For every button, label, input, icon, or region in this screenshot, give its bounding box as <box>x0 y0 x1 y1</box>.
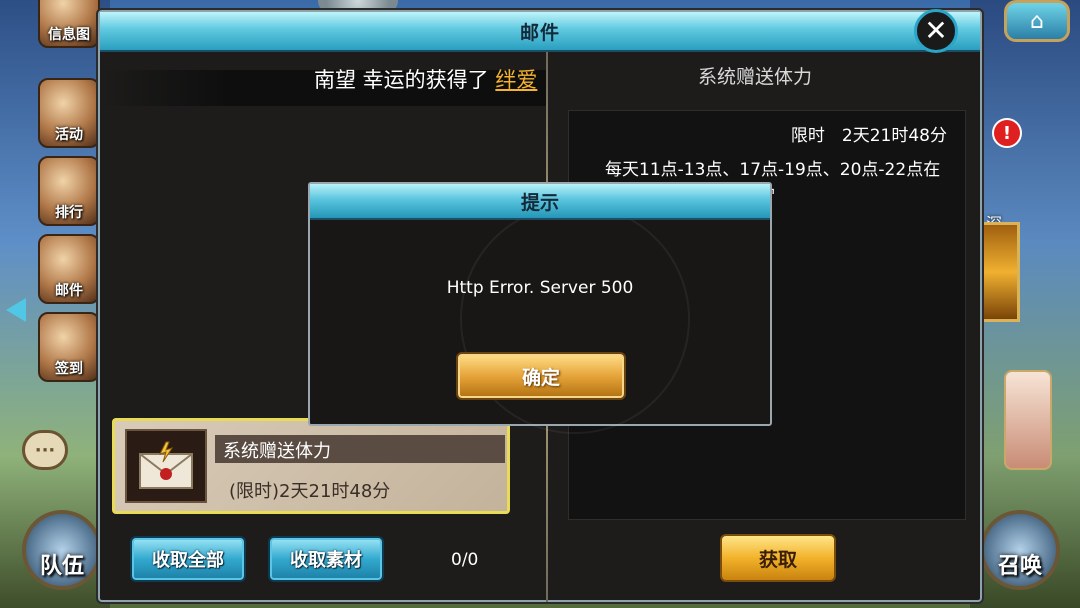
error-dialog: 提示 Http Error. Server 500 确定 <box>308 182 772 434</box>
dialog-titlebar: 提示 <box>310 184 770 220</box>
dialog-message: Http Error. Server 500 <box>446 278 634 298</box>
confirm-button[interactable]: 确定 <box>456 352 626 400</box>
dialog-title: 提示 <box>520 191 559 214</box>
